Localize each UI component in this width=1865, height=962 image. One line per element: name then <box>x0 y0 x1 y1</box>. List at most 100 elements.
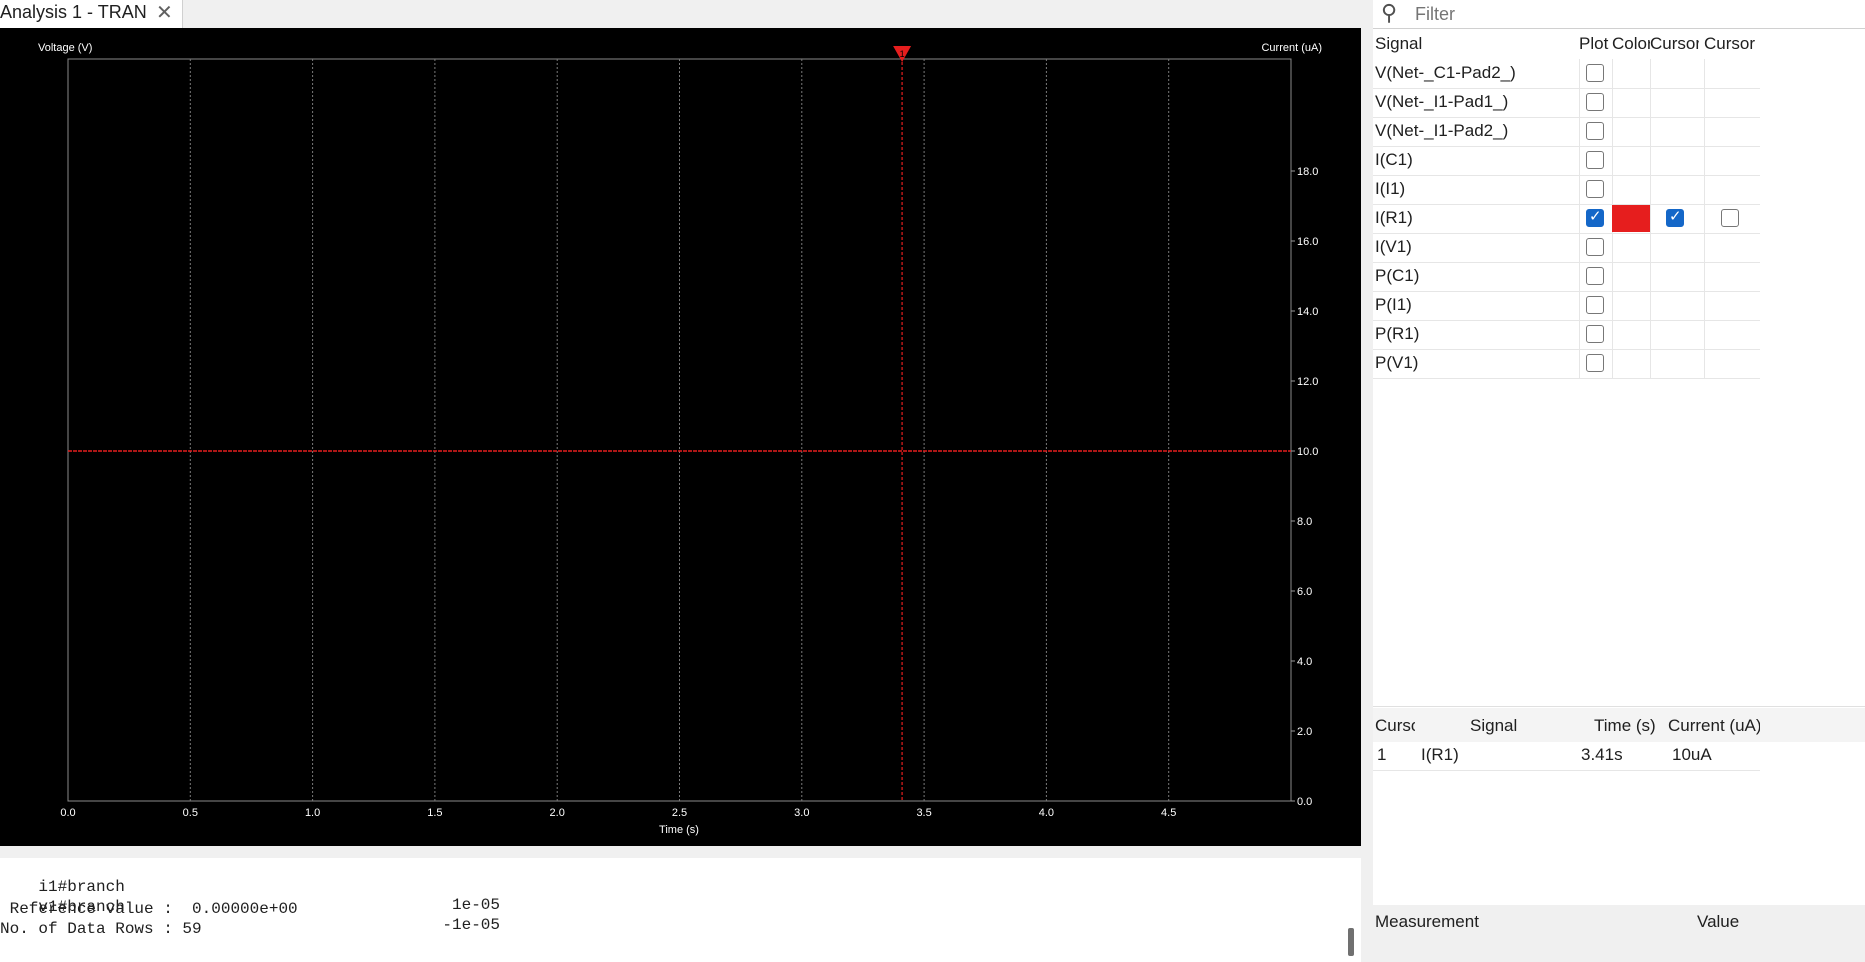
cell-divider <box>1579 291 1580 320</box>
signal-name: I(C1) <box>1375 150 1413 169</box>
plot-checkbox[interactable] <box>1586 122 1604 140</box>
cell-divider <box>1650 291 1651 320</box>
console-var-value: 1e-05 <box>451 896 500 914</box>
plot-checkbox[interactable] <box>1586 180 1604 198</box>
col-header-measurement[interactable]: Measurement <box>1375 912 1479 928</box>
plot-checkbox[interactable] <box>1586 354 1604 372</box>
plot-frame <box>67 58 1292 802</box>
y-tick-label: 10.0 <box>1297 446 1318 458</box>
signal-name: V(Net-_C1-Pad2_) <box>1375 63 1516 82</box>
cursor2-checkbox[interactable] <box>1721 209 1739 227</box>
col-header-time[interactable]: Time (s) <box>1594 712 1664 740</box>
cell-divider <box>1650 146 1651 175</box>
cell-divider <box>1612 291 1613 320</box>
signal-row[interactable]: V(Net-_I1-Pad2_) <box>1373 117 1760 147</box>
cell-divider <box>1704 59 1705 88</box>
x-tick-label: 2.5 <box>672 807 687 819</box>
cell-divider <box>1704 117 1705 146</box>
plot-checkbox[interactable] <box>1586 93 1604 111</box>
cell-divider <box>1579 233 1580 262</box>
cell-divider <box>1579 146 1580 175</box>
plot-canvas[interactable]: Voltage (V) Current (uA) Time (s) 0.0 0.5… <box>0 28 1361 846</box>
cell-divider <box>1704 320 1705 349</box>
console-scrollbar[interactable] <box>1348 928 1354 956</box>
cell-divider <box>1650 349 1651 378</box>
console-var-value: -1e-05 <box>442 916 500 934</box>
col-header-signal[interactable]: Signal <box>1470 712 1550 740</box>
close-icon[interactable]: ✕ <box>156 0 173 25</box>
cell-divider <box>1612 262 1613 291</box>
col-header-cursor2[interactable]: Cursor 2 <box>1704 30 1760 58</box>
grid <box>67 58 1292 802</box>
plot-checkbox[interactable] <box>1586 296 1604 314</box>
cell-divider <box>1704 88 1705 117</box>
col-header-cursor[interactable]: Cursor <box>1375 712 1415 740</box>
cell-divider <box>1612 233 1613 262</box>
cell-divider <box>1704 262 1705 291</box>
x-tick-label: 2.0 <box>550 807 565 819</box>
cell-divider <box>1650 175 1651 204</box>
cursor-id: 1 <box>1377 745 1387 764</box>
plot-checkbox[interactable] <box>1586 238 1604 256</box>
signal-name: I(R1) <box>1375 208 1413 227</box>
signal-row[interactable]: V(Net-_C1-Pad2_) <box>1373 59 1760 89</box>
cell-divider <box>1650 117 1651 146</box>
cell-divider <box>1579 88 1580 117</box>
x-tick-label: 0.5 <box>183 807 198 819</box>
cell-divider <box>1650 233 1651 262</box>
cell-divider <box>1612 59 1613 88</box>
cell-divider <box>1704 349 1705 378</box>
cell-divider <box>1612 146 1613 175</box>
x-tick-label: 0.0 <box>60 807 75 819</box>
console-rows-line: No. of Data Rows : 59 <box>0 920 202 938</box>
col-header-color[interactable]: Color <box>1612 30 1650 58</box>
color-swatch[interactable] <box>1612 205 1650 232</box>
console-output[interactable]: i1#branch 1e-05 v1#branch -1e-05 Referen… <box>0 858 1361 962</box>
signal-name: I(V1) <box>1375 237 1412 256</box>
col-header-value[interactable]: Current (uA) <box>1668 712 1760 740</box>
cursor-signal: I(R1) <box>1421 745 1459 764</box>
signal-row[interactable]: P(C1) <box>1373 262 1760 292</box>
cell-divider <box>1650 262 1651 291</box>
cursor-value: 10uA <box>1672 745 1712 764</box>
filter-input[interactable] <box>1413 3 1837 26</box>
signal-row[interactable]: I(R1) <box>1373 204 1760 234</box>
plot-checkbox[interactable] <box>1586 64 1604 82</box>
cell-divider <box>1612 349 1613 378</box>
plot-checkbox[interactable] <box>1586 325 1604 343</box>
plot-checkbox[interactable] <box>1586 267 1604 285</box>
x-tick-label: 3.0 <box>794 807 809 819</box>
col-header-plot[interactable]: Plot <box>1579 30 1612 58</box>
cell-divider <box>1704 146 1705 175</box>
console-line: v1#branch -1e-05 <box>0 880 500 934</box>
signal-name: P(C1) <box>1375 266 1420 285</box>
col-header-cursor1[interactable]: Cursor <box>1650 30 1699 58</box>
signal-name: V(Net-_I1-Pad2_) <box>1375 121 1509 140</box>
col-header-measure-value[interactable]: Value <box>1697 912 1739 928</box>
signal-row[interactable]: P(V1) <box>1373 349 1760 379</box>
tab-analysis[interactable]: Analysis 1 - TRAN ✕ <box>0 0 183 28</box>
cursor-time: 3.41s <box>1581 745 1623 764</box>
cell-divider <box>1579 349 1580 378</box>
plot-checkbox[interactable] <box>1586 151 1604 169</box>
y-tick-label: 6.0 <box>1297 586 1312 598</box>
col-header-signal[interactable]: Signal <box>1375 30 1545 58</box>
cell-divider <box>1704 175 1705 204</box>
cell-divider <box>1612 320 1613 349</box>
signal-row[interactable]: I(C1) <box>1373 146 1760 176</box>
left-axis-label: Voltage (V) <box>38 42 92 54</box>
signal-row[interactable]: I(V1) <box>1373 233 1760 263</box>
cell-divider <box>1579 175 1580 204</box>
cell-divider <box>1704 204 1705 233</box>
cursor-layer[interactable]: 1 <box>893 46 912 801</box>
cursor-row[interactable]: 1 I(R1) 3.41s 10uA <box>1373 742 1760 771</box>
signal-row[interactable]: I(I1) <box>1373 175 1760 205</box>
cursor1-checkbox[interactable] <box>1666 207 1684 227</box>
x-tick-label: 3.5 <box>916 807 931 819</box>
signal-row[interactable]: V(Net-_I1-Pad1_) <box>1373 88 1760 118</box>
plot-area[interactable]: Voltage (V) Current (uA) Time (s) 0.0 0.5… <box>0 28 1361 846</box>
plot-checkbox[interactable] <box>1586 207 1604 227</box>
signal-row[interactable]: P(I1) <box>1373 291 1760 321</box>
signal-row[interactable]: P(R1) <box>1373 320 1760 350</box>
x-tick-label: 4.0 <box>1039 807 1054 819</box>
